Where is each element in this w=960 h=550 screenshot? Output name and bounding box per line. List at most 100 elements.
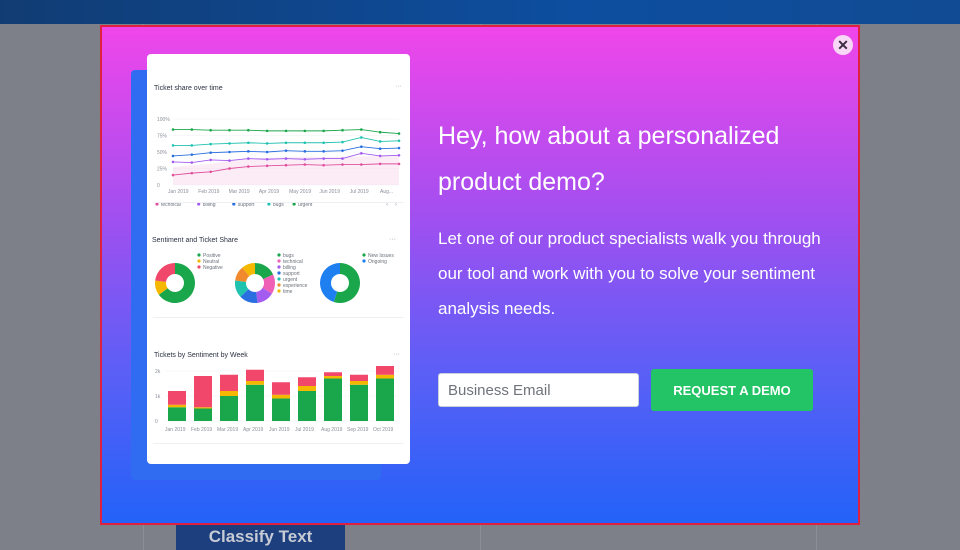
more-icon: ··· (395, 83, 402, 90)
data-point-support (360, 145, 363, 149)
panel-divider (153, 443, 404, 444)
data-point-billing (360, 152, 363, 155)
data-point-urgent (171, 128, 175, 131)
dashboard-preview-card: Ticket share over time ··· 100% 75% 50% 25%… (147, 54, 410, 464)
x-tick-label: Aug... (380, 189, 393, 195)
ticket-share-line-chart: 100% 75% 50% 25% 0 Jan 2019 Feb 2019 Mar 2019 Ap… (155, 117, 401, 208)
data-point-technical (171, 173, 175, 177)
bar-segment-negative (272, 382, 290, 395)
data-point-urgent (284, 129, 288, 133)
x-tick-label: Feb 2019 (198, 189, 219, 195)
demo-request-modal: ✕ Ticket share over time ··· 100% 75% 50% 2… (100, 25, 860, 525)
classify-text-button[interactable]: Classify Text (176, 524, 345, 550)
data-point-technical (247, 165, 250, 168)
y-tick-label: 100% (157, 117, 170, 123)
data-point-urgent (247, 128, 250, 132)
legend-marker (362, 259, 366, 263)
data-point-technical (284, 163, 288, 167)
series-line-bugs (173, 137, 400, 146)
request-demo-button[interactable]: REQUEST A DEMO (651, 369, 813, 411)
data-point-bugs (228, 142, 231, 145)
data-point-support (171, 154, 175, 158)
bar-segment-neutral (194, 407, 212, 409)
data-point-support (284, 149, 288, 152)
legend-marker (277, 271, 281, 275)
bar-segment-neutral (324, 376, 342, 379)
x-tick-label: May 2019 (289, 189, 311, 195)
data-point-bugs (303, 141, 307, 145)
x-tick-label: Jan 2019 (168, 189, 189, 195)
x-tick-label: Apr 2019 (243, 427, 264, 433)
legend-marker (277, 253, 281, 257)
legend-marker (362, 253, 366, 257)
bar-segment-positive (376, 378, 394, 421)
bar-segment-negative (376, 366, 394, 375)
panel-divider (153, 202, 404, 203)
data-point-billing (378, 154, 382, 158)
data-point-support (378, 147, 382, 150)
more-icon: ··· (389, 236, 396, 243)
legend-marker (277, 265, 281, 269)
data-point-urgent (209, 128, 212, 132)
x-tick-label: Mar 2019 (229, 189, 250, 195)
line-chart-title: Ticket share over time (154, 85, 223, 92)
bar-segment-positive (298, 391, 316, 421)
data-point-urgent (360, 128, 363, 131)
data-point-billing (341, 157, 344, 160)
legend-marker (197, 265, 201, 269)
y-tick-label: 0 (155, 419, 158, 425)
data-point-support (209, 151, 212, 154)
x-tick-label: Jul 2019 (295, 427, 314, 433)
data-point-bugs (190, 144, 194, 147)
close-icon[interactable]: ✕ (833, 35, 853, 55)
bar-segment-positive (272, 398, 290, 421)
sentiment-donut-charts: PositiveNeutralNegativebugstechnicalbill… (155, 253, 394, 303)
data-point-bugs (171, 144, 175, 147)
top-navigation-bar (0, 0, 960, 24)
data-point-technical (190, 171, 194, 175)
y-tick-label: 1k (155, 394, 161, 400)
more-icon: ··· (393, 351, 400, 358)
x-tick-label: Jun 2019 (319, 189, 340, 195)
data-point-support (322, 150, 325, 153)
data-point-bugs (284, 141, 288, 145)
data-point-bugs (209, 142, 212, 146)
x-tick-label: Feb 2019 (191, 427, 212, 433)
legend-marker (277, 283, 281, 287)
data-point-urgent (322, 129, 325, 133)
y-tick-label: 50% (157, 150, 168, 156)
data-point-support (247, 150, 250, 153)
x-tick-label: Apr 2019 (259, 189, 280, 195)
x-tick-label: Jul 2019 (350, 189, 369, 195)
data-point-urgent (397, 132, 401, 135)
data-point-billing (209, 158, 212, 162)
legend-label: time (283, 289, 293, 295)
x-tick-label: Mar 2019 (217, 427, 238, 433)
legend-marker (197, 259, 201, 263)
bar-segment-negative (246, 369, 264, 381)
data-point-urgent (265, 129, 269, 133)
bar-segment-positive (194, 408, 212, 421)
legend-marker (277, 259, 281, 263)
modal-body-text: Let one of our product specialists walk … (438, 229, 821, 318)
data-point-technical (378, 162, 382, 166)
panel-divider (153, 317, 404, 318)
legend-marker (277, 277, 281, 281)
data-point-bugs (265, 142, 269, 145)
business-email-input[interactable] (438, 373, 639, 407)
bar-segment-neutral (350, 381, 368, 385)
y-tick-label: 75% (157, 134, 168, 140)
bar-segment-negative (350, 374, 368, 381)
bar-segment-negative (324, 372, 342, 376)
bar-segment-negative (298, 377, 316, 386)
bar-segment-negative (194, 376, 212, 408)
bar-segment-neutral (298, 386, 316, 391)
legend-label: Negative (203, 265, 223, 271)
y-tick-label: 2k (155, 369, 161, 375)
data-point-urgent (378, 130, 382, 134)
x-tick-label: Oct 2019 (373, 427, 394, 433)
data-point-billing (171, 160, 175, 164)
data-point-technical (341, 163, 344, 166)
bar-segment-positive (246, 384, 264, 421)
data-point-support (341, 149, 344, 152)
